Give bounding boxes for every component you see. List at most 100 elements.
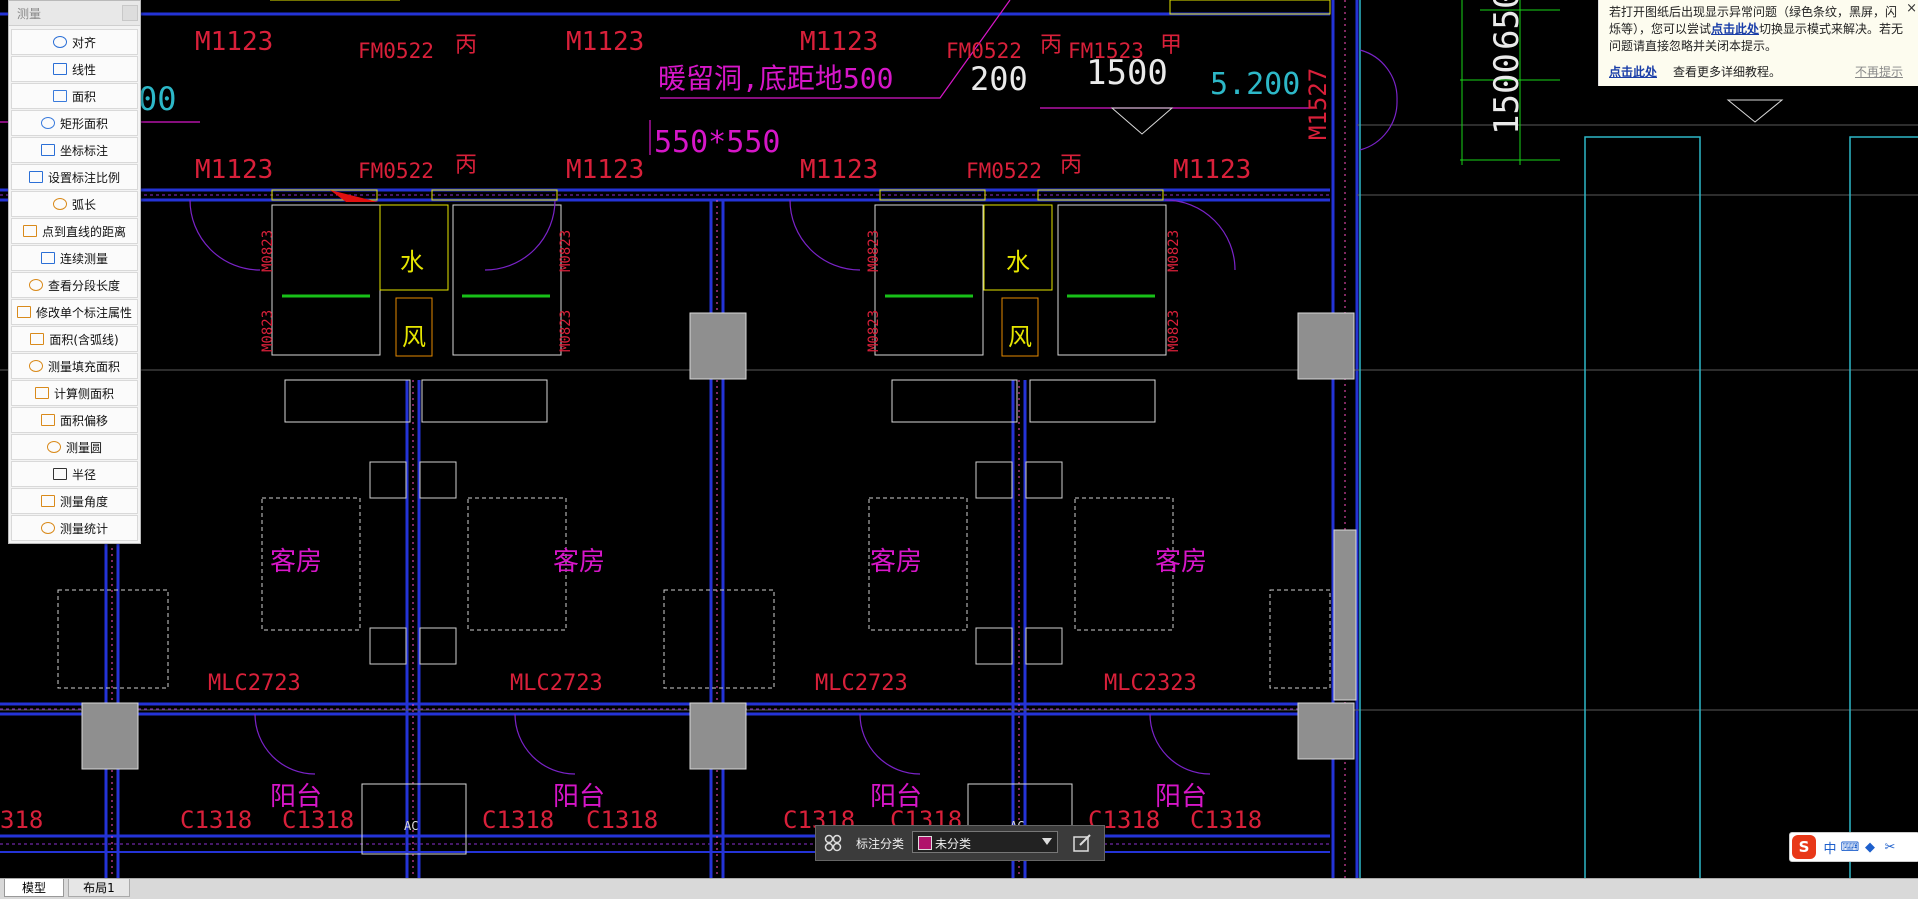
measure-tool-edit-annotation[interactable]: 修改单个标注属性 — [11, 299, 138, 325]
measure-tool-continuous-measure[interactable]: 连续测量 — [11, 245, 138, 271]
measure-tool-circle-measure[interactable]: 测量圆 — [11, 434, 138, 460]
ime-toolbar[interactable]: S 中 ⌨ ◆ ✂ — [1789, 832, 1918, 862]
segment-length-icon — [28, 279, 43, 291]
canvas-background — [0, 0, 1918, 878]
ime-logo-icon: S — [1792, 835, 1816, 859]
wind-label: 风 — [402, 323, 426, 351]
door-label-vertical: M0823 — [260, 310, 276, 352]
continuous-measure-icon — [40, 252, 55, 264]
measure-tool-rect-area[interactable]: 矩形面积 — [11, 110, 138, 136]
tab-model[interactable]: 模型 — [4, 879, 64, 897]
measure-tool-area[interactable]: 面积 — [11, 83, 138, 109]
window-door-label: MLC2723 — [208, 671, 301, 696]
measure-panel: 测量 对齐线性面积矩形面积坐标标注设置标注比例 弧长点到直线的距离连续测量查看分段… — [8, 0, 141, 544]
dimension-text-vertical: 650 — [1487, 0, 1527, 50]
door-label: M1123 — [800, 155, 878, 185]
measure-tool-radius[interactable]: 半径 — [11, 461, 138, 487]
measure-tool-label: 面积偏移 — [59, 413, 108, 428]
measure-tool-side-area[interactable]: 计算侧面积 — [11, 380, 138, 406]
measure-tool-align-measure[interactable]: 对齐 — [11, 29, 138, 55]
category-color-swatch — [918, 836, 932, 850]
window-label: C1318 — [180, 806, 252, 834]
display-issue-notice: × 若打开图纸后出现显示异常问题（绿色条纹，黑屏，闪烁等），您可以尝试点击此处切… — [1598, 0, 1918, 86]
keyboard-icon[interactable]: ⌨ — [1840, 840, 1860, 855]
door-label: M1123 — [800, 27, 878, 57]
annotation-category-value: 未分类 — [935, 837, 972, 851]
measure-tool-label: 半径 — [71, 467, 96, 482]
door-label-vertical: M0823 — [558, 230, 574, 272]
room-label: 客房 — [870, 547, 922, 577]
measure-tool-arc-area[interactable]: 面积(含弧线) — [11, 326, 138, 352]
edit-icon[interactable] — [1072, 833, 1092, 853]
room-label: 客房 — [553, 547, 605, 577]
door-label-vertical: M0823 — [866, 230, 882, 272]
window-label: 318 — [0, 806, 43, 834]
measure-panel-header[interactable]: 测量 — [9, 1, 140, 26]
measure-tool-fill-area[interactable]: 测量填充面积 — [11, 353, 138, 379]
measure-tool-label: 弧长 — [71, 197, 96, 212]
notice-message: 若打开图纸后出现显示异常问题（绿色条纹，黑屏，闪烁等），您可以尝试点击此处切换显… — [1609, 4, 1904, 55]
measure-tool-label: 测量填充面积 — [47, 359, 120, 374]
fire-door-label: FM0522 — [358, 39, 434, 63]
measure-tool-label: 设置标注比例 — [47, 170, 120, 185]
measure-tool-label: 面积 — [71, 89, 96, 104]
door-label: M1123 — [566, 27, 644, 57]
door-label: M1123 — [566, 155, 644, 185]
fire-class-label: 丙 — [1040, 33, 1062, 58]
measure-tool-area-offset[interactable]: 面积偏移 — [11, 407, 138, 433]
door-label: M1123 — [195, 27, 273, 57]
dont-show-again-link[interactable]: 不再提示 — [1855, 64, 1903, 81]
measure-tool-label: 测量角度 — [59, 494, 108, 509]
measure-tool-label: 连续测量 — [59, 251, 108, 266]
measure-tool-arc-length[interactable]: 弧长 — [11, 191, 138, 217]
tutorial-link[interactable]: 点击此处 — [1609, 64, 1657, 81]
angle-icon — [40, 495, 55, 507]
rect-area-icon — [40, 117, 55, 129]
measure-tool-segment-length[interactable]: 查看分段长度 — [11, 272, 138, 298]
edit-annotation-icon — [16, 306, 31, 318]
door-label-vertical: M0823 — [866, 310, 882, 352]
measure-tool-statistics[interactable]: 测量统计 — [11, 515, 138, 541]
window-label: C1318 — [482, 806, 554, 834]
room-label: 客房 — [1155, 547, 1207, 577]
measure-tool-coordinate[interactable]: 坐标标注 — [11, 137, 138, 163]
dimension-text-vertical: 1500 — [1487, 53, 1527, 135]
fill-area-icon — [28, 360, 43, 372]
annotation-category-bar: 标注分类 未分类 — [815, 825, 1105, 861]
circle-measure-icon — [46, 441, 61, 453]
grid-icon[interactable] — [824, 834, 842, 852]
close-icon[interactable]: × — [1906, 0, 1917, 17]
arc-area-icon — [30, 333, 45, 345]
window-label: C1318 — [1190, 806, 1262, 834]
measure-tool-label: 坐标标注 — [59, 143, 108, 158]
measure-tool-point-line-distance[interactable]: 点到直线的距离 — [11, 218, 138, 244]
door-label-vertical: M0823 — [1166, 310, 1182, 352]
measure-tool-scale[interactable]: 设置标注比例 — [11, 164, 138, 190]
measure-tool-list: 对齐线性面积矩形面积坐标标注设置标注比例 弧长点到直线的距离连续测量查看分段长度修… — [9, 26, 140, 541]
side-area-icon — [34, 387, 49, 399]
measure-panel-title: 测量 — [17, 7, 42, 21]
tab-layout1[interactable]: 布局1 — [68, 879, 130, 897]
annotation-category-select[interactable]: 未分类 — [912, 831, 1058, 853]
measure-tool-label: 计算侧面积 — [53, 386, 114, 401]
ac-label: AC — [404, 819, 418, 833]
fire-door-label: FM0522 — [966, 159, 1042, 183]
measure-tool-linear-measure[interactable]: 线性 — [11, 56, 138, 82]
cad-drawing-canvas[interactable]: M1123 M1123 M1123 M1123 M1123 M1123 M112… — [0, 0, 1918, 878]
panel-collapse-icon[interactable] — [122, 5, 138, 21]
measure-tool-label: 对齐 — [71, 35, 96, 50]
annotation-note: 暖留洞,底距地500 — [658, 62, 893, 95]
window-label: C1318 — [282, 806, 354, 834]
measure-tool-angle[interactable]: 测量角度 — [11, 488, 138, 514]
door-label-vertical: M1527 — [1304, 68, 1332, 140]
skin-icon[interactable]: ◆ — [1860, 840, 1880, 855]
switch-display-mode-link[interactable]: 点击此处 — [1711, 22, 1759, 36]
arc-length-icon — [52, 198, 67, 210]
door-label-vertical: M0823 — [558, 310, 574, 352]
chevron-down-icon — [1042, 838, 1052, 845]
measure-tool-label: 修改单个标注属性 — [35, 305, 132, 320]
door-label: M1123 — [195, 155, 273, 185]
ime-mode-indicator[interactable]: 中 — [1820, 838, 1840, 857]
tools-icon[interactable]: ✂ — [1880, 840, 1900, 855]
measure-tool-label: 测量统计 — [59, 521, 108, 536]
